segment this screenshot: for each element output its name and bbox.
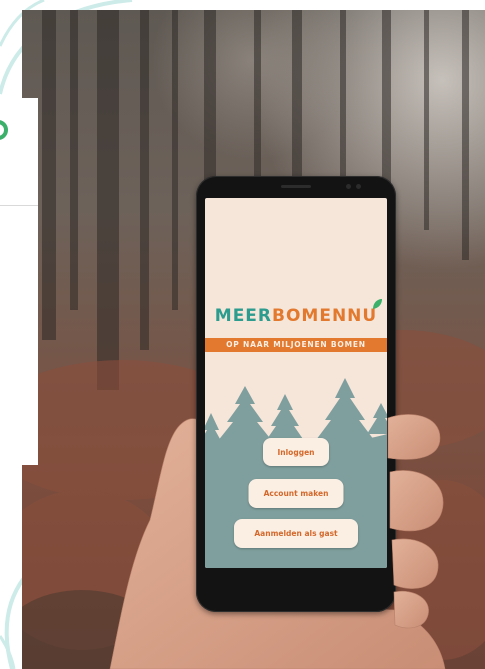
hand-fingers [387,414,444,629]
finger [393,590,429,629]
finger [391,538,439,589]
finger [387,414,441,460]
finger [389,470,444,532]
